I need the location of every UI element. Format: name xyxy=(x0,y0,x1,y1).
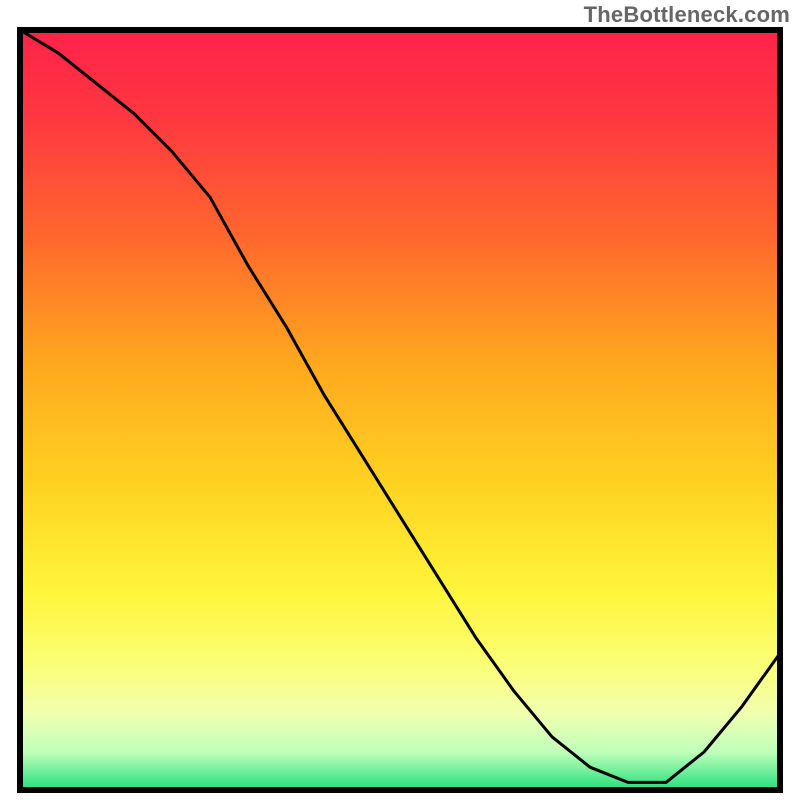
plot-area xyxy=(20,30,780,790)
bottleneck-chart xyxy=(0,0,800,800)
chart-container: TheBottleneck.com xyxy=(0,0,800,800)
plot-background xyxy=(20,30,780,790)
